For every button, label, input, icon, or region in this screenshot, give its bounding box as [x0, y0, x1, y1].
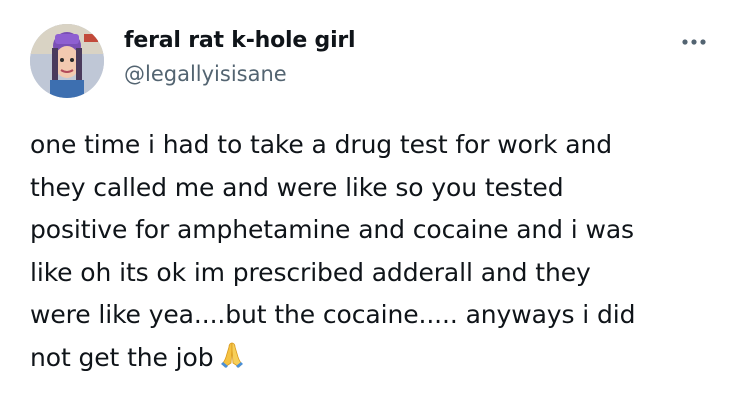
tweet-card: feral rat k-hole girl @legallyisisane on…: [0, 0, 740, 407]
folded-hands-icon: [217, 340, 247, 384]
avatar[interactable]: [30, 24, 104, 98]
more-horizontal-icon: [682, 39, 706, 45]
cartoon-girl-avatar-icon: [30, 24, 104, 98]
user-handle[interactable]: @legallyisisane: [124, 62, 287, 86]
display-name[interactable]: feral rat k-hole girl: [124, 28, 356, 53]
more-options-button[interactable]: [676, 30, 712, 54]
tweet-text-content: one time i had to take a drug test for w…: [30, 130, 636, 372]
tweet-text: one time i had to take a drug test for w…: [30, 124, 730, 383]
